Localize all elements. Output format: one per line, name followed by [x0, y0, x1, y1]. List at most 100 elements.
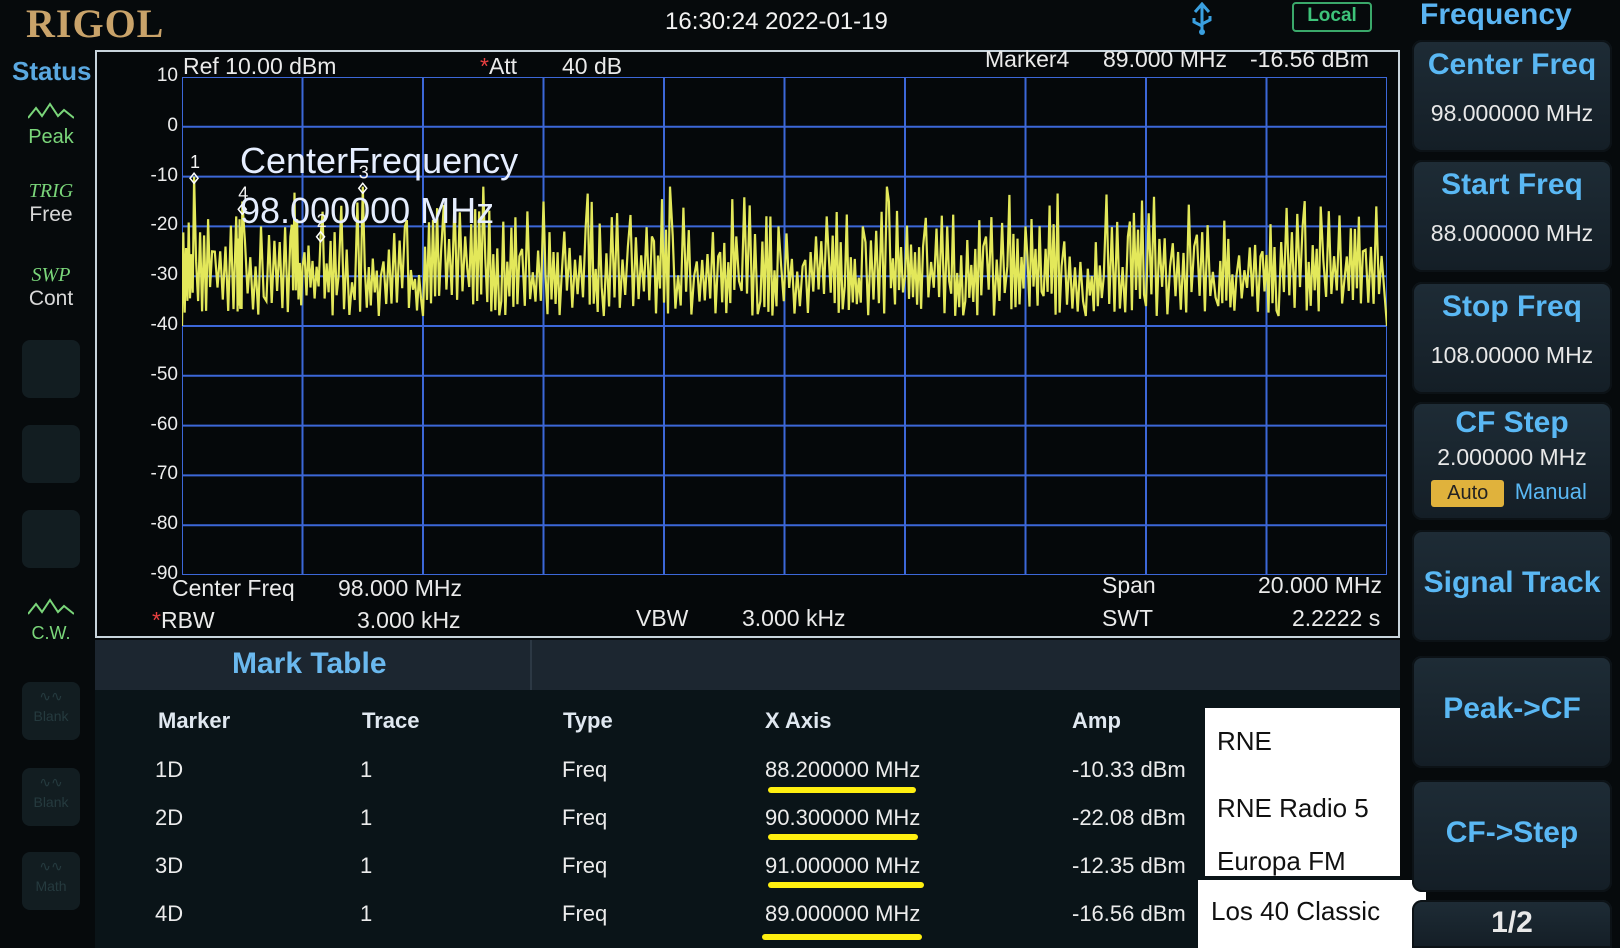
menu-title: Frequency: [1420, 0, 1572, 31]
vbw-label: VBW: [636, 605, 689, 631]
marker-1-label: 1: [190, 152, 200, 172]
rbw-value: 3.000 kHz: [357, 607, 461, 633]
rbw: *RBW: [152, 607, 215, 634]
start-freq-softkey-label: Start Freq: [1441, 168, 1583, 201]
status-math[interactable]: ∿∿ Math: [22, 852, 80, 910]
center-freq-softkey[interactable]: Center Freq 98.000000 MHz: [1412, 40, 1612, 152]
station-note: Los 40 Classic: [1211, 896, 1381, 926]
cf-step-softkey-value: 2.000000 MHz: [1437, 444, 1587, 470]
y-tick-label: 10: [156, 65, 178, 86]
row-marker: 2D: [155, 805, 184, 830]
mark-table-title[interactable]: Mark Table: [232, 647, 387, 681]
center-freq-softkey-label: Center Freq: [1427, 48, 1597, 81]
att-label: Att: [488, 53, 518, 79]
status-trig-label: TRIG: [28, 180, 74, 202]
status-trig-value: Free: [29, 203, 73, 226]
y-tick-label: -50: [150, 363, 178, 385]
highlight-underline: [768, 787, 916, 793]
status-blank-2[interactable]: ∿∿ Blank: [22, 768, 80, 826]
cw-icon: [20, 598, 82, 622]
status-peak[interactable]: Peak: [20, 102, 82, 149]
brand-logo: RIGOL: [26, 1, 165, 46]
highlight-underline: [762, 934, 922, 940]
status-ghost-button[interactable]: [22, 340, 80, 398]
cf-overlay-title: CenterFrequency: [240, 140, 519, 181]
cf-to-step-softkey-label: CF->Step: [1445, 816, 1579, 849]
cf-to-step-softkey[interactable]: CF->Step: [1412, 780, 1612, 892]
span-label: Span: [1102, 572, 1156, 598]
row-x-axis: 89.000000 MHz: [765, 901, 921, 926]
peak-to-cf-softkey[interactable]: Peak->CF: [1412, 656, 1612, 768]
col-trace: Trace: [362, 708, 420, 733]
stop-freq-softkey[interactable]: Stop Freq 108.00000 MHz: [1412, 282, 1612, 394]
status-cw[interactable]: C.W.: [20, 598, 82, 645]
row-x-axis: 91.000000 MHz: [765, 853, 921, 878]
row-amp: -12.35 dBm: [1072, 853, 1186, 878]
y-tick-label: -60: [150, 413, 178, 435]
row-marker: 4D: [155, 901, 184, 926]
math-icon: ∿∿: [39, 858, 63, 874]
status-cw-label: C.W.: [31, 623, 71, 643]
local-badge: Local: [1292, 2, 1372, 32]
station-note: Europa FM: [1217, 846, 1346, 876]
cf-step-manual-toggle[interactable]: Manual: [1509, 477, 1593, 507]
swt-label: SWT: [1102, 605, 1154, 631]
row-x-axis: 88.200000 MHz: [765, 757, 921, 782]
station-note: RNE: [1217, 726, 1272, 756]
y-tick-label: -20: [150, 214, 178, 236]
status-title: Status: [12, 56, 92, 86]
col-x-axis: X Axis: [765, 708, 832, 733]
y-tick-label: -10: [150, 164, 178, 186]
marker-readout-amp: -16.56 dBm: [1250, 46, 1369, 72]
y-tick-label: -40: [150, 314, 178, 335]
rbw-label: RBW: [160, 607, 215, 633]
row-x-axis: 90.300000 MHz: [765, 805, 921, 830]
start-freq-softkey[interactable]: Start Freq 88.000000 MHz: [1412, 160, 1612, 272]
page-softkey[interactable]: 1/2: [1412, 900, 1612, 948]
station-note: RNE Radio 5: [1217, 793, 1369, 823]
marker-readout-freq: 89.000 MHz: [1103, 46, 1228, 72]
vbw-value: 3.000 kHz: [742, 605, 846, 631]
cf-step-auto-toggle[interactable]: Auto: [1431, 480, 1505, 507]
rbw-star-icon: *: [152, 607, 161, 633]
center-freq-value: 98.000 MHz: [338, 575, 463, 601]
row-trace: 1: [360, 901, 373, 926]
status-swp[interactable]: SWP Cont: [20, 264, 82, 311]
start-freq-softkey-value: 88.000000 MHz: [1430, 220, 1594, 246]
center-freq-softkey-value: 98.000000 MHz: [1430, 100, 1594, 126]
status-ghost-button[interactable]: [22, 510, 80, 568]
stop-freq-softkey-value: 108.00000 MHz: [1430, 342, 1594, 368]
status-blank-1[interactable]: ∿∿ Blank: [22, 682, 80, 740]
status-swp-label: SWP: [31, 264, 71, 286]
status-trig[interactable]: TRIG Free: [20, 180, 82, 227]
cf-step-softkey[interactable]: CF Step 2.000000 MHz Auto Manual: [1412, 402, 1612, 520]
col-type: Type: [563, 708, 613, 733]
signal-track-softkey[interactable]: Signal Track: [1412, 530, 1612, 642]
y-tick-label: -80: [150, 513, 178, 535]
status-math-label: Math: [35, 878, 67, 894]
row-trace: 1: [360, 853, 373, 878]
att-star-icon: *: [480, 53, 489, 79]
status-blank-2-label: Blank: [33, 794, 69, 810]
col-amp: Amp: [1072, 708, 1121, 733]
row-marker: 3D: [155, 853, 184, 878]
swt-value: 2.2222 s: [1292, 605, 1381, 631]
highlight-underline: [768, 882, 924, 888]
stop-freq-softkey-label: Stop Freq: [1442, 290, 1582, 323]
row-trace: 1: [360, 805, 373, 830]
status-ghost-button[interactable]: [22, 425, 80, 483]
signal-track-softkey-label: Signal Track: [1423, 566, 1601, 599]
row-type: Freq: [562, 805, 608, 830]
attenuation: *Att: [480, 53, 517, 80]
row-amp: -10.33 dBm: [1072, 757, 1186, 782]
col-marker: Marker: [158, 708, 231, 733]
row-amp: -22.08 dBm: [1072, 805, 1186, 830]
cf-overlay-value: 98.000000 MHz: [240, 190, 495, 231]
span-value: 20.000 MHz: [1258, 572, 1383, 598]
highlight-underline: [768, 834, 918, 840]
status-swp-value: Cont: [28, 287, 74, 310]
status-peak-label: Peak: [28, 126, 74, 148]
row-type: Freq: [562, 853, 608, 878]
peak-to-cf-softkey-label: Peak->CF: [1443, 692, 1581, 725]
center-freq-label: Center Freq: [172, 575, 295, 601]
